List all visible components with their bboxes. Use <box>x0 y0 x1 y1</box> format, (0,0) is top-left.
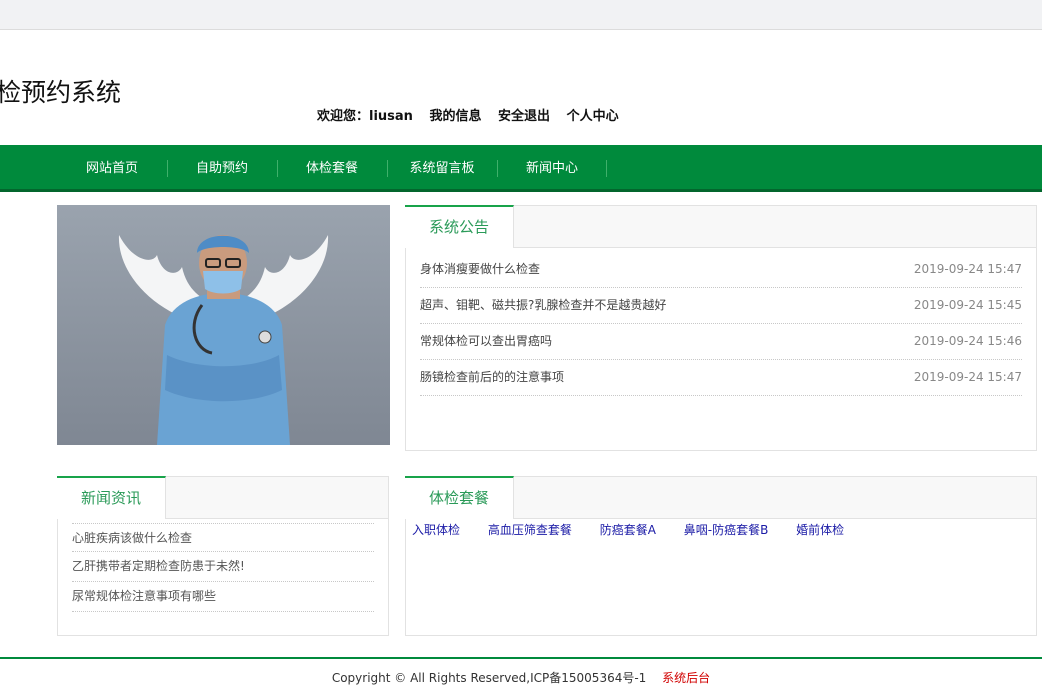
notice-title[interactable]: 超声、钼靶、磁共振?乳腺检查并不是越贵越好 <box>420 298 666 312</box>
notice-row: 肠镜检查前后的的注意事项 2019-09-24 15:47 <box>420 360 1022 396</box>
admin-link[interactable]: 系统后台 <box>662 671 710 685</box>
nav-item-booking[interactable]: 自助预约 <box>167 145 277 192</box>
news-list: 心脏疾病该做什么检查 乙肝携带者定期检查防患于未然! 尿常规体检注意事项有哪些 <box>72 523 374 612</box>
package-link[interactable]: 鼻咽-防癌套餐B <box>684 523 769 537</box>
nav-item-packages[interactable]: 体检套餐 <box>277 145 387 192</box>
package-list: 入职体检 高血压筛查套餐 防癌套餐A 鼻咽-防癌套餐B 婚前体检 <box>412 521 868 538</box>
notice-title[interactable]: 身体消瘦要做什么检查 <box>420 262 540 276</box>
package-link[interactable]: 入职体检 <box>412 523 460 537</box>
footer: Copyright © All Rights Reserved,ICP备1500… <box>0 669 1042 686</box>
welcome-text: 欢迎您：liusan <box>317 109 413 124</box>
main-nav: 网站首页 自助预约 体检套餐 系统留言板 新闻中心 <box>0 145 1042 192</box>
notice-row: 超声、钼靶、磁共振?乳腺检查并不是越贵越好 2019-09-24 15:45 <box>420 288 1022 324</box>
packages-panel: 体检套餐 入职体检 高血压筛查套餐 防癌套餐A 鼻咽-防癌套餐B 婚前体检 <box>405 476 1037 636</box>
news-panel-header: 新闻资讯 <box>57 476 388 519</box>
notice-date: 2019-09-24 15:47 <box>913 370 1022 384</box>
notice-date: 2019-09-24 15:47 <box>913 262 1022 276</box>
package-link[interactable]: 高血压筛查套餐 <box>488 523 572 537</box>
nav-item-news[interactable]: 新闻中心 <box>497 145 607 192</box>
copyright-text: Copyright © All Rights Reserved,ICP备1500… <box>331 671 647 685</box>
news-item[interactable]: 乙肝携带者定期检查防患于未然! <box>72 552 374 582</box>
notice-date: 2019-09-24 15:46 <box>913 334 1022 348</box>
doctor-illustration <box>57 205 390 445</box>
notice-tab[interactable]: 系统公告 <box>405 205 515 248</box>
logout-link[interactable]: 安全退出 <box>498 109 550 124</box>
notice-list: 身体消瘦要做什么检查 2019-09-24 15:47 超声、钼靶、磁共振?乳腺… <box>420 252 1022 396</box>
notice-date: 2019-09-24 15:45 <box>913 298 1022 312</box>
packages-tab[interactable]: 体检套餐 <box>405 476 515 519</box>
browser-top-bar <box>0 0 1042 30</box>
nav-separator <box>606 160 607 177</box>
packages-panel-header: 体检套餐 <box>405 476 1036 519</box>
notice-panel-header: 系统公告 <box>405 205 1036 248</box>
my-info-link[interactable]: 我的信息 <box>429 109 481 124</box>
news-item[interactable]: 心脏疾病该做什么检查 <box>72 523 374 552</box>
news-panel: 新闻资讯 心脏疾病该做什么检查 乙肝携带者定期检查防患于未然! 尿常规体检注意事… <box>57 476 389 636</box>
nav-item-messages[interactable]: 系统留言板 <box>387 145 497 192</box>
footer-divider <box>0 657 1042 659</box>
site-title: 检预约系统 <box>0 78 122 107</box>
nav-item-home[interactable]: 网站首页 <box>57 145 167 192</box>
notice-title[interactable]: 常规体检可以查出胃癌吗 <box>420 334 552 348</box>
notice-panel: 系统公告 身体消瘦要做什么检查 2019-09-24 15:47 超声、钼靶、磁… <box>405 205 1037 451</box>
personal-center-link[interactable]: 个人中心 <box>567 109 619 124</box>
notice-row: 身体消瘦要做什么检查 2019-09-24 15:47 <box>420 252 1022 288</box>
package-link[interactable]: 婚前体检 <box>796 523 844 537</box>
doctor-banner-image <box>57 205 390 445</box>
notice-row: 常规体检可以查出胃癌吗 2019-09-24 15:46 <box>420 324 1022 360</box>
user-links: 欢迎您：liusan 我的信息 安全退出 个人中心 <box>317 105 631 124</box>
package-link[interactable]: 防癌套餐A <box>600 523 656 537</box>
notice-title[interactable]: 肠镜检查前后的的注意事项 <box>420 370 564 384</box>
news-tab[interactable]: 新闻资讯 <box>57 476 167 519</box>
news-item[interactable]: 尿常规体检注意事项有哪些 <box>72 582 374 612</box>
